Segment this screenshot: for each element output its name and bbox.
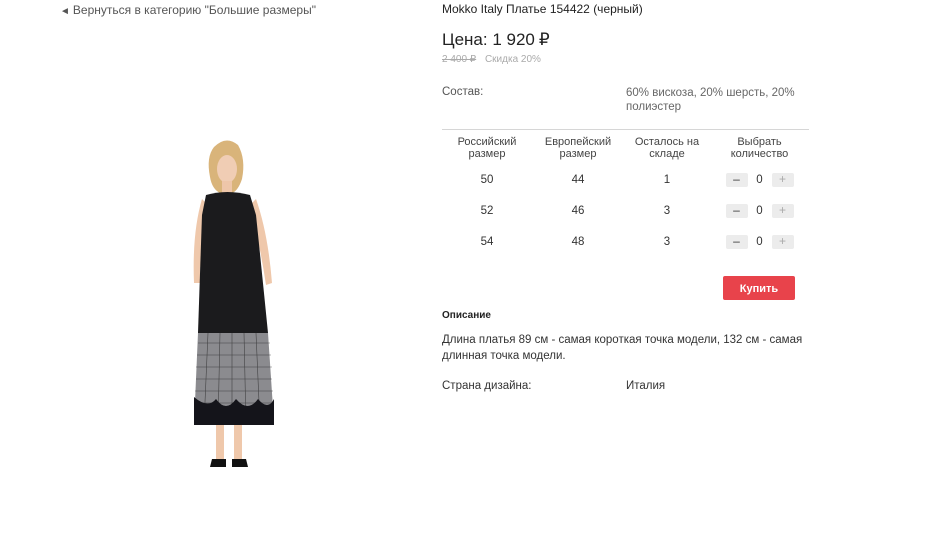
table-row: 50 44 1 – 0 + xyxy=(442,164,809,195)
currency-symbol: ₽ xyxy=(538,30,550,49)
stock-cell: 3 xyxy=(663,204,671,217)
quantity-stepper: – 0 + xyxy=(725,172,794,187)
divider xyxy=(442,129,809,130)
ru-size-cell: 54 xyxy=(480,235,494,248)
decrement-button[interactable]: – xyxy=(725,172,748,187)
composition-label: Состав: xyxy=(442,86,484,98)
header-stock: Осталось на складе xyxy=(634,136,700,160)
ru-size-cell: 52 xyxy=(480,204,494,217)
increment-button[interactable]: + xyxy=(771,203,794,218)
old-price-row: 2 400 ₽ Скидка 20% xyxy=(442,54,541,65)
product-title: Mokko Italy Платье 154422 (черный) xyxy=(442,2,643,16)
back-link-label: Вернуться в категорию "Большие размеры" xyxy=(72,3,316,17)
decrement-button[interactable]: – xyxy=(725,234,748,249)
header-eu-size: Европейский размер xyxy=(544,136,612,160)
header-quantity: Выбрать количество xyxy=(730,136,789,160)
description-text: Длина платья 89 см - самая короткая точк… xyxy=(442,334,803,362)
quantity-stepper: – 0 + xyxy=(725,203,794,218)
discount-badge: Скидка 20% xyxy=(484,54,541,65)
table-row: 52 46 3 – 0 + xyxy=(442,195,809,226)
quantity-value[interactable]: 0 xyxy=(756,205,764,217)
stock-cell: 3 xyxy=(663,235,671,248)
product-photo[interactable] xyxy=(128,133,308,478)
eu-size-cell: 48 xyxy=(571,235,585,248)
header-ru-size: Российский размер xyxy=(457,136,517,160)
buy-button[interactable]: Купить xyxy=(723,276,795,300)
model-dress-image xyxy=(193,140,274,467)
table-row: 54 48 3 – 0 + xyxy=(442,226,809,257)
stock-cell: 1 xyxy=(663,173,671,186)
quantity-value[interactable]: 0 xyxy=(756,236,764,248)
composition-value: 60% вискоза, 20% шерсть, 20% полиэстер xyxy=(626,87,795,113)
old-price: 2 400 ₽ xyxy=(442,54,477,65)
design-country-label: Страна дизайна: xyxy=(442,380,532,392)
decrement-button[interactable]: – xyxy=(725,203,748,218)
increment-button[interactable]: + xyxy=(771,234,794,249)
quantity-value[interactable]: 0 xyxy=(756,174,764,186)
description-heading: Описание xyxy=(442,310,491,321)
size-table-header: Российский размер Европейский размер Ост… xyxy=(442,136,809,164)
size-table: Российский размер Европейский размер Ост… xyxy=(442,136,809,257)
design-country-value: Италия xyxy=(626,380,666,392)
increment-button[interactable]: + xyxy=(771,172,794,187)
back-to-category-link[interactable]: ◄ Вернуться в категорию "Большие размеры" xyxy=(60,3,316,17)
eu-size-cell: 46 xyxy=(571,204,585,217)
arrow-left-icon: ◄ xyxy=(60,6,70,17)
price: Цена: 1 920 ₽ xyxy=(442,30,550,50)
eu-size-cell: 44 xyxy=(571,173,585,186)
price-label: Цена: 1 920 xyxy=(442,30,535,49)
ru-size-cell: 50 xyxy=(480,173,494,186)
quantity-stepper: – 0 + xyxy=(725,234,794,249)
